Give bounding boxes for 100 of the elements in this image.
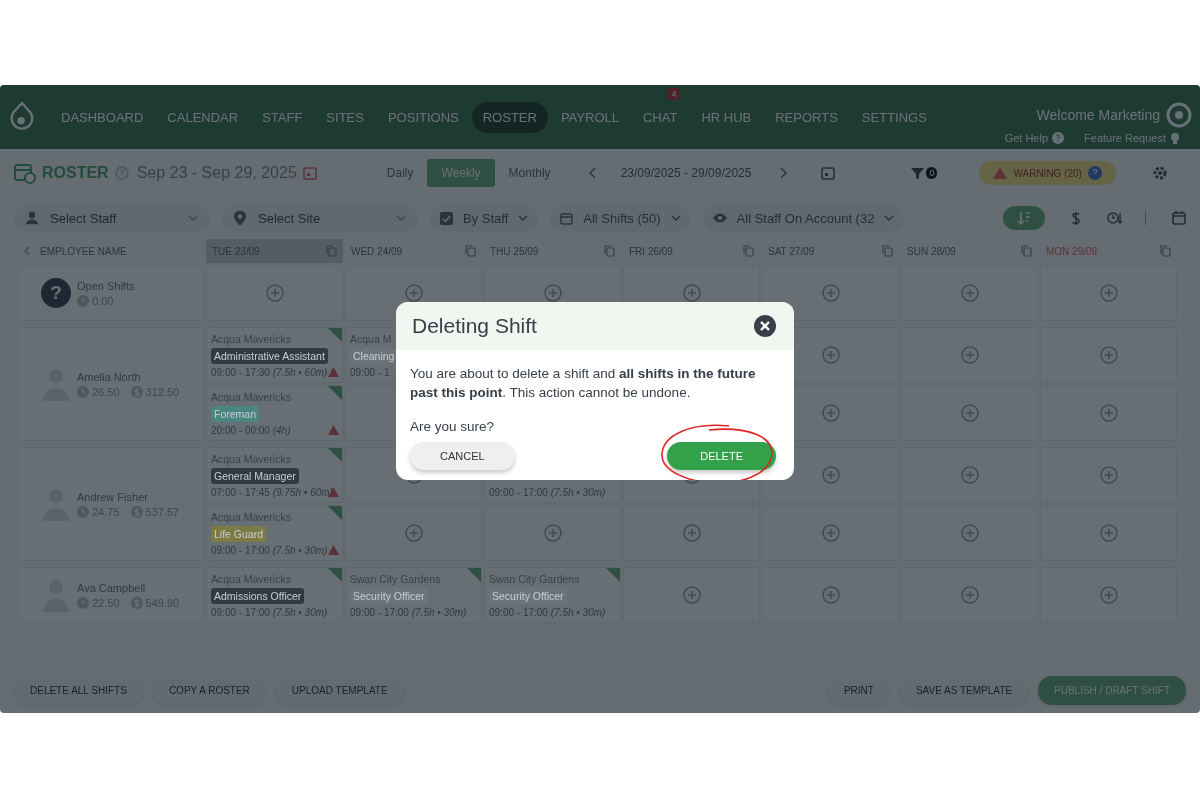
add-shift-icon[interactable]	[1099, 284, 1118, 302]
add-shift-icon[interactable]	[821, 346, 840, 364]
add-shift-icon[interactable]	[960, 466, 979, 484]
add-shift-icon[interactable]	[404, 284, 423, 302]
add-shift-icon[interactable]	[1099, 346, 1118, 364]
add-shift-icon[interactable]	[960, 404, 979, 422]
add-shift-icon[interactable]	[960, 524, 979, 542]
copy-icon[interactable]	[1160, 245, 1171, 257]
feature-request-link[interactable]: Feature Request	[1084, 132, 1166, 144]
add-shift-icon[interactable]	[960, 346, 979, 364]
add-shift-icon[interactable]	[682, 524, 701, 542]
dollar-icon	[130, 596, 143, 609]
warning-label: WARNING (20)	[1013, 167, 1082, 179]
corner-flag-icon	[328, 568, 342, 582]
warning-button[interactable]: WARNING (20)	[979, 161, 1116, 185]
calendar-icon[interactable]	[1172, 211, 1186, 225]
view-tab[interactable]: Monthly	[494, 159, 565, 187]
roster-icon	[14, 162, 36, 184]
settings-icon[interactable]	[1151, 165, 1168, 181]
clock-sort-icon[interactable]	[1107, 211, 1123, 225]
previous-icon[interactable]	[588, 167, 597, 179]
footer-button[interactable]: SAVE AS TEMPLATE	[899, 676, 1029, 705]
footer-button[interactable]: UPLOAD TEMPLATE	[275, 676, 404, 705]
eye-icon	[712, 213, 727, 223]
copy-icon[interactable]	[882, 245, 893, 257]
add-shift-icon[interactable]	[1099, 524, 1118, 542]
help-icon	[114, 166, 129, 180]
nav-item[interactable]: CHAT	[631, 101, 689, 133]
welcome-text: Welcome Marketing	[1036, 106, 1160, 123]
add-shift-icon[interactable]	[682, 284, 701, 302]
footer-button[interactable]: COPY A ROSTER	[152, 676, 266, 705]
add-shift-icon[interactable]	[682, 586, 701, 604]
chevron-down-icon	[518, 215, 529, 221]
copy-icon[interactable]	[465, 245, 476, 257]
add-shift-icon[interactable]	[821, 466, 840, 484]
chevron-icon[interactable]	[24, 246, 30, 256]
shifts-dropdown[interactable]: All Shifts (50)	[550, 204, 691, 232]
chevron-down-icon	[396, 215, 406, 221]
dollar-icon	[130, 385, 143, 398]
nav-item[interactable]: SITES	[315, 101, 375, 133]
group-by-dropdown[interactable]: By Staff	[430, 204, 539, 232]
close-icon[interactable]	[754, 315, 776, 337]
nav-item[interactable]: POSITIONS	[376, 101, 470, 133]
calendar-icon	[560, 211, 574, 225]
calendar-icon[interactable]	[302, 166, 317, 180]
day-header: THU 25/09	[484, 239, 621, 263]
copy-icon[interactable]	[604, 245, 615, 257]
chevron-down-icon	[670, 215, 681, 221]
add-shift-icon[interactable]	[1099, 586, 1118, 604]
add-shift-icon[interactable]	[1099, 466, 1118, 484]
user-logo-icon	[1166, 101, 1192, 128]
site-select-field[interactable]: Select Site	[222, 203, 418, 233]
add-shift-icon[interactable]	[960, 284, 979, 302]
dropdown-value: All Shifts (50)	[583, 210, 661, 226]
dollar-icon	[130, 505, 143, 518]
next-icon[interactable]	[779, 167, 788, 179]
cancel-button[interactable]: CANCEL	[410, 442, 515, 470]
add-shift-icon[interactable]	[821, 524, 840, 542]
add-shift-icon[interactable]	[543, 524, 562, 542]
nav-item[interactable]: CALENDAR	[156, 101, 250, 133]
add-shift-icon[interactable]	[404, 524, 423, 542]
nav-item[interactable]: STAFF	[251, 101, 314, 133]
copy-icon[interactable]	[743, 245, 754, 257]
copy-icon[interactable]	[1021, 245, 1032, 257]
add-shift-icon[interactable]	[1099, 404, 1118, 422]
footer-button[interactable]: PRINT	[827, 676, 890, 705]
dollar-icon[interactable]	[1071, 210, 1081, 226]
add-shift-icon[interactable]	[543, 284, 562, 302]
nav-item[interactable]: ROSTER	[471, 101, 548, 133]
add-shift-icon[interactable]	[265, 284, 284, 302]
nav-item[interactable]: PAYROLL	[549, 101, 630, 133]
account-dropdown[interactable]: All Staff On Account (32	[702, 204, 905, 232]
delete-button[interactable]: DELETE	[667, 442, 776, 470]
add-shift-icon[interactable]	[821, 284, 840, 302]
corner-flag-icon	[328, 386, 342, 400]
position-tag: Life Guard	[211, 526, 267, 542]
open-shifts-icon: ?	[41, 278, 71, 308]
location-pin-icon	[234, 210, 246, 226]
add-shift-icon[interactable]	[821, 404, 840, 422]
position-tag: General Manager	[211, 468, 299, 484]
sort-toggle-button[interactable]	[1003, 206, 1045, 230]
nav-item[interactable]: REPORTS	[764, 101, 849, 133]
chevron-down-icon	[188, 215, 198, 221]
add-shift-icon[interactable]	[821, 586, 840, 604]
nav-item[interactable]: SETTINGS	[850, 101, 938, 133]
staff-select-field[interactable]: Select Staff	[14, 203, 210, 233]
date-range-field[interactable]: 23/09/2025 - 29/09/2025	[620, 166, 752, 180]
footer-button[interactable]: DELETE ALL SHIFTS	[14, 676, 143, 705]
dropdown-value: All Staff On Account (32	[736, 210, 875, 226]
nav-item[interactable]: HR HUB	[690, 101, 763, 133]
nav-item[interactable]: DASHBOARD	[50, 101, 155, 133]
chevron-down-icon	[884, 215, 895, 221]
get-help-link[interactable]: Get Help	[1004, 132, 1049, 144]
calendar-icon[interactable]	[821, 166, 836, 180]
warning-icon	[328, 545, 339, 555]
copy-icon[interactable]	[326, 245, 337, 257]
filter-icon[interactable]	[911, 166, 925, 180]
add-shift-icon[interactable]	[960, 586, 979, 604]
view-tab[interactable]: Daily	[372, 159, 428, 187]
corner-flag-icon	[328, 506, 342, 520]
